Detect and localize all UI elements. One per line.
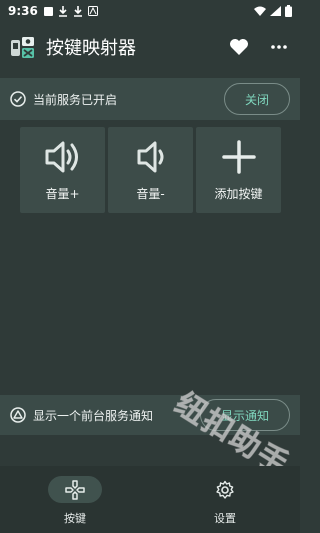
nav-label: 设置 <box>214 512 236 525</box>
download-icon <box>73 5 82 17</box>
volume-down-icon <box>137 141 163 172</box>
wifi-icon <box>254 6 266 16</box>
nav-pill <box>48 476 102 503</box>
check-circle-icon <box>10 91 26 107</box>
add-key-tile[interactable]: 添加按键 <box>196 127 281 213</box>
more-icon <box>271 45 287 49</box>
bottom-navigation: 按键 设置 <box>0 466 300 533</box>
volume-up-icon <box>45 141 78 172</box>
key-grid: 音量+ 音量- 添加按键 <box>20 127 281 213</box>
key-tile-label: 音量+ <box>45 186 80 201</box>
nav-label: 按键 <box>64 512 86 525</box>
key-tile-label: 添加按键 <box>214 186 263 201</box>
status-bar: 9:36 <box>0 0 300 22</box>
status-time: 9:36 <box>8 4 38 18</box>
warning-circle-icon <box>10 407 26 423</box>
nav-item-keys[interactable]: 按键 <box>0 466 150 533</box>
favorite-button[interactable] <box>228 36 250 58</box>
nav-pill <box>198 476 252 503</box>
key-tile-label: 音量- <box>136 186 165 201</box>
close-service-button[interactable]: 关闭 <box>223 83 290 115</box>
download-icon <box>58 5 67 17</box>
notify-text: 显示一个前台服务通知 <box>33 408 154 423</box>
key-tile-volume-up[interactable]: 音量+ <box>20 127 105 213</box>
plus-icon <box>221 139 256 174</box>
app-title: 按键映射器 <box>46 38 136 59</box>
service-status-card: 当前服务已开启 关闭 <box>0 78 300 120</box>
signal-icon <box>270 6 281 16</box>
service-status-text: 当前服务已开启 <box>33 92 118 107</box>
heart-icon <box>230 39 248 55</box>
show-notification-button[interactable]: 显示通知 <box>199 399 290 431</box>
foreground-notify-card: 显示一个前台服务通知 显示通知 <box>0 395 300 435</box>
battery-icon <box>285 5 292 17</box>
app-logo-icon <box>11 37 34 58</box>
gear-icon <box>216 480 234 499</box>
app-notify-icon <box>87 6 98 16</box>
notification-square-icon <box>43 6 53 16</box>
nav-item-settings[interactable]: 设置 <box>150 466 300 533</box>
app-bar: 按键映射器 <box>0 22 300 72</box>
gamepad-icon <box>65 479 85 500</box>
key-tile-volume-down[interactable]: 音量- <box>108 127 193 213</box>
more-options-button[interactable] <box>268 36 290 58</box>
notification-icons <box>43 5 98 17</box>
